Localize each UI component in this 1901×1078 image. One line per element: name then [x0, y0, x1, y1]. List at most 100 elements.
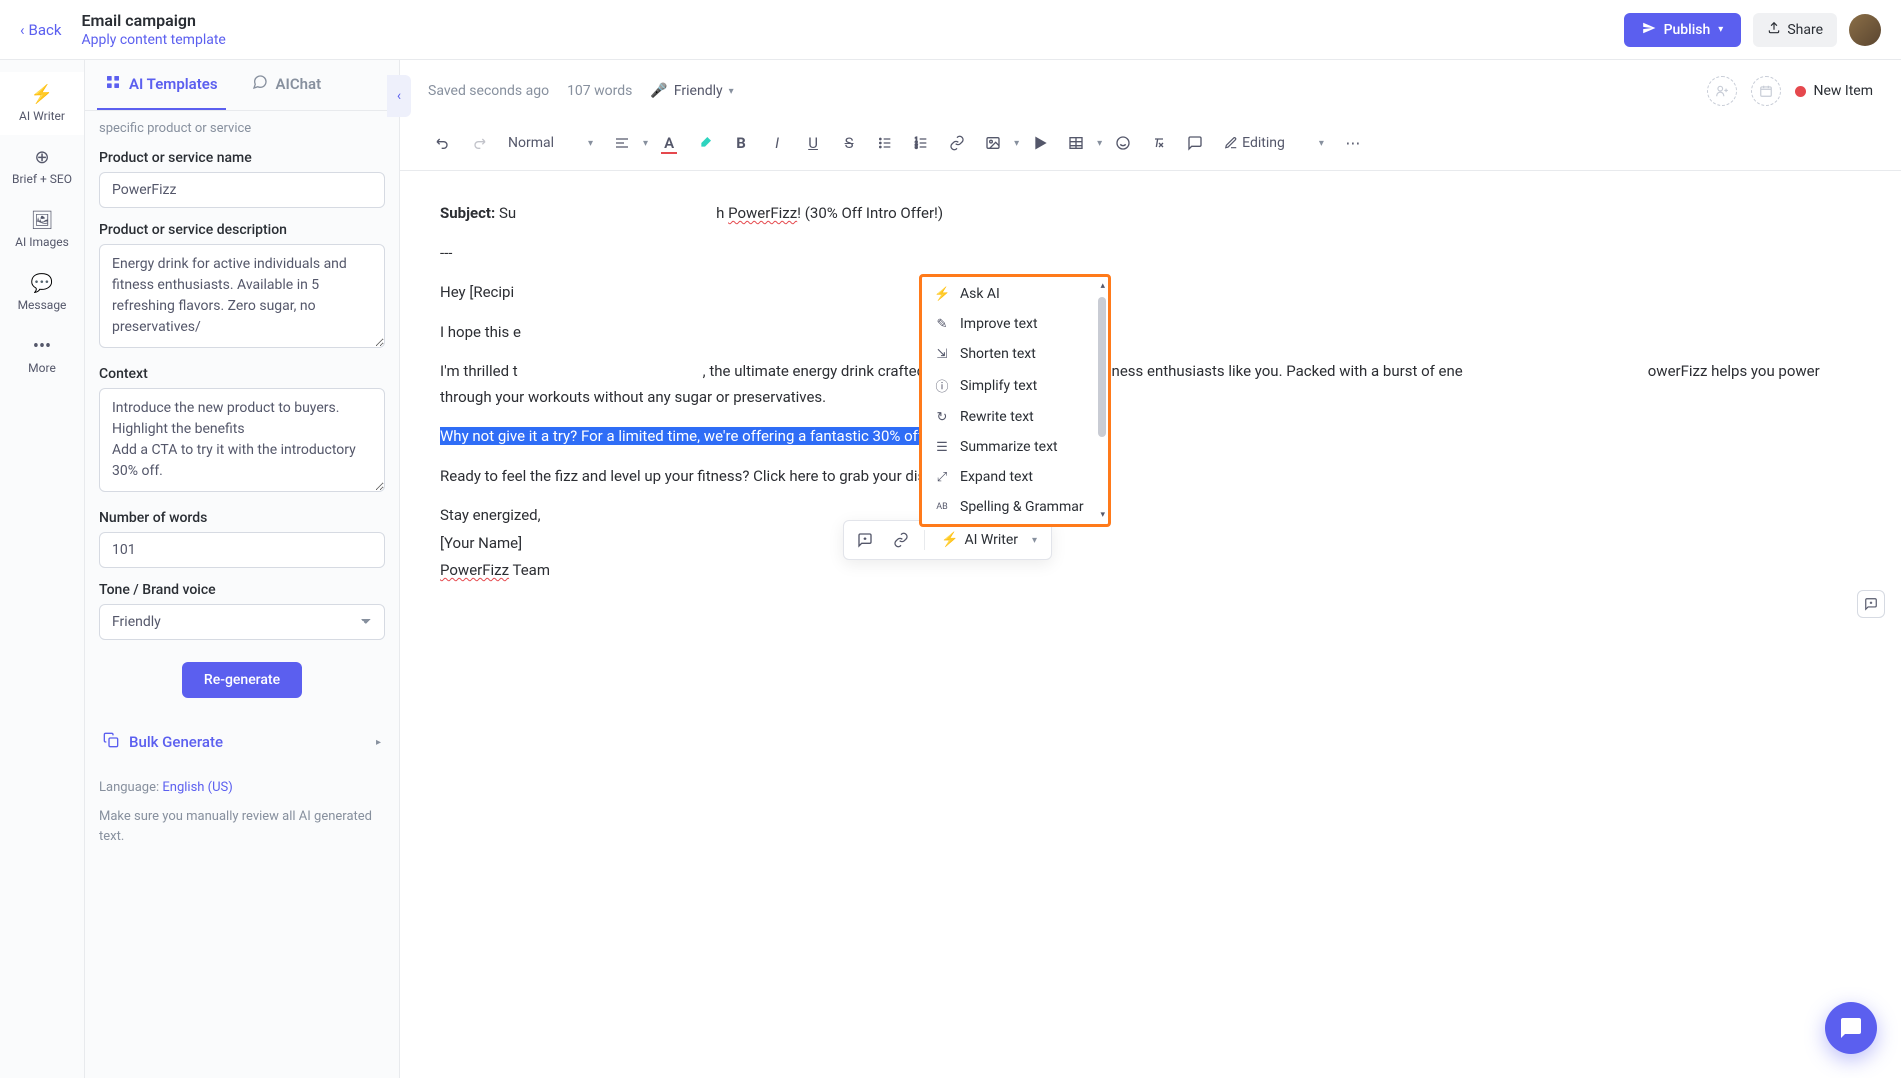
select-tone[interactable]: Friendly	[99, 604, 385, 640]
separator	[924, 530, 925, 550]
comment-button[interactable]	[1180, 128, 1210, 158]
back-button[interactable]: ‹ Back	[20, 21, 61, 39]
chat-icon	[252, 74, 268, 94]
tab-label: AI Templates	[129, 75, 218, 93]
strike-button[interactable]: S	[834, 128, 864, 158]
tone-selector[interactable]: 🎤 Friendly ▾	[650, 83, 733, 99]
chevron-down-icon[interactable]: ▾	[1097, 138, 1102, 149]
sidebar-tabs: AI Templates AIChat	[85, 60, 399, 111]
rail-label: AI Images	[15, 235, 69, 249]
chevron-down-icon[interactable]: ▾	[1014, 138, 1019, 149]
language-link[interactable]: English (US)	[162, 780, 232, 795]
bullet-list-button[interactable]	[870, 128, 900, 158]
clear-format-button[interactable]	[1144, 128, 1174, 158]
document-body[interactable]: Subject: Suh PowerFizz! (30% Off Intro O…	[400, 171, 1901, 1078]
saved-status: Saved seconds ago	[428, 83, 549, 99]
header-actions: Publish ▾ Share	[1624, 13, 1881, 47]
ready-line: Ready to feel the fizz and level up your…	[440, 464, 1861, 490]
rail-label: Message	[18, 298, 67, 312]
collapse-sidebar-button[interactable]: ‹	[387, 75, 411, 117]
language-label: Language:	[99, 780, 159, 795]
upload-icon	[1767, 21, 1781, 39]
signoff-3: PowerFizz Team	[440, 558, 1861, 584]
list-icon: ☰	[934, 440, 950, 455]
apply-template-link[interactable]: Apply content template	[81, 32, 1623, 48]
add-comment-rail-button[interactable]	[1857, 590, 1885, 618]
collapse-icon: ⇲	[934, 347, 950, 362]
bulk-generate-button[interactable]: Bulk Generate ▸	[99, 724, 385, 760]
add-comment-button[interactable]	[848, 525, 882, 555]
ai-menu-shorten[interactable]: ⇲Shorten text	[922, 339, 1108, 369]
insert-link-button[interactable]	[884, 525, 918, 555]
undo-button[interactable]	[428, 128, 458, 158]
tab-ai-templates[interactable]: AI Templates	[97, 60, 226, 110]
signoff-2: [Your Name]	[440, 531, 1861, 557]
add-date-button[interactable]	[1751, 76, 1781, 106]
ai-menu-improve[interactable]: ✎Improve text	[922, 309, 1108, 339]
cta-line: Why not give it a try? For a limited tim…	[440, 424, 1861, 450]
redo-button[interactable]	[464, 128, 494, 158]
scroll-up-icon[interactable]: ▴	[1100, 281, 1105, 291]
ai-menu-rewrite[interactable]: ↻Rewrite text	[922, 402, 1108, 432]
rail-message[interactable]: 💬 Message	[0, 261, 84, 324]
user-avatar[interactable]	[1849, 14, 1881, 46]
rail-brief-seo[interactable]: ⊕ Brief + SEO	[0, 135, 84, 198]
scrollbar-thumb[interactable]	[1098, 297, 1106, 437]
chevron-down-icon[interactable]: ▾	[643, 138, 648, 149]
edit-icon: ✎	[934, 317, 950, 332]
editing-mode-dropdown[interactable]: Editing ▾	[1216, 128, 1332, 158]
refresh-icon: ↻	[934, 410, 950, 425]
ai-menu-spelling[interactable]: ABSpelling & Grammar	[922, 492, 1108, 522]
label-product-desc: Product or service description	[99, 222, 385, 238]
ai-writer-dropdown-button[interactable]: ⚡ AI Writer ▾	[931, 525, 1047, 555]
ai-menu-expand[interactable]: ⤢Expand text	[922, 462, 1108, 492]
input-product-name[interactable]	[99, 172, 385, 208]
editor-topbar: Saved seconds ago 107 words 🎤 Friendly ▾	[400, 60, 1901, 122]
scroll-down-icon[interactable]: ▾	[1100, 510, 1105, 520]
publish-button[interactable]: Publish ▾	[1624, 13, 1742, 47]
input-num-words[interactable]	[99, 532, 385, 568]
overflow-button[interactable]: ⋯	[1338, 128, 1368, 158]
chevron-down-icon: ▾	[1319, 138, 1324, 149]
ai-writer-label: AI Writer	[964, 532, 1018, 548]
numbered-list-button[interactable]: 123	[906, 128, 936, 158]
italic-button[interactable]: I	[762, 128, 792, 158]
chat-support-button[interactable]	[1825, 1002, 1877, 1054]
bolt-icon: ⚡	[941, 532, 958, 548]
rail-ai-images[interactable]: 🖼 AI Images	[0, 198, 84, 261]
image-button[interactable]	[978, 128, 1008, 158]
review-note: Make sure you manually review all AI gen…	[99, 807, 385, 846]
highlight-button[interactable]	[690, 128, 720, 158]
bold-button[interactable]: B	[726, 128, 756, 158]
share-label: Share	[1787, 22, 1823, 38]
rail-ai-writer[interactable]: ⚡ AI Writer	[0, 72, 84, 135]
ai-menu-ask-ai[interactable]: ⚡Ask AI	[922, 279, 1108, 309]
status-selector[interactable]: New Item	[1795, 83, 1874, 99]
share-button[interactable]: Share	[1753, 13, 1837, 47]
status-dot-icon	[1795, 86, 1806, 97]
link-button[interactable]	[942, 128, 972, 158]
input-product-desc[interactable]: Energy drink for active individuals and …	[99, 244, 385, 348]
video-button[interactable]	[1025, 128, 1055, 158]
status-label: New Item	[1814, 83, 1874, 99]
word-count: 107 words	[567, 83, 632, 99]
underline-button[interactable]: U	[798, 128, 828, 158]
add-user-button[interactable]	[1707, 76, 1737, 106]
rail-more[interactable]: ••• More	[0, 324, 84, 387]
emoji-button[interactable]	[1108, 128, 1138, 158]
regenerate-button[interactable]: Re-generate	[182, 662, 302, 698]
align-button[interactable]	[607, 128, 637, 158]
divider: ---	[440, 241, 1861, 267]
image-icon: 🖼	[31, 210, 54, 231]
text-style-dropdown[interactable]: Normal ▾	[500, 128, 601, 158]
text-color-button[interactable]: A	[654, 128, 684, 158]
input-context[interactable]: Introduce the new product to buyers. Hig…	[99, 388, 385, 492]
rail-label: Brief + SEO	[12, 172, 72, 186]
more-icon: •••	[33, 336, 51, 357]
tab-ai-chat[interactable]: AIChat	[244, 60, 330, 110]
ai-menu-simplify[interactable]: ⓘSimplify text	[922, 369, 1108, 402]
table-button[interactable]	[1061, 128, 1091, 158]
ai-menu-summarize[interactable]: ☰Summarize text	[922, 432, 1108, 462]
back-label: Back	[29, 21, 62, 39]
templates-icon	[105, 74, 121, 94]
